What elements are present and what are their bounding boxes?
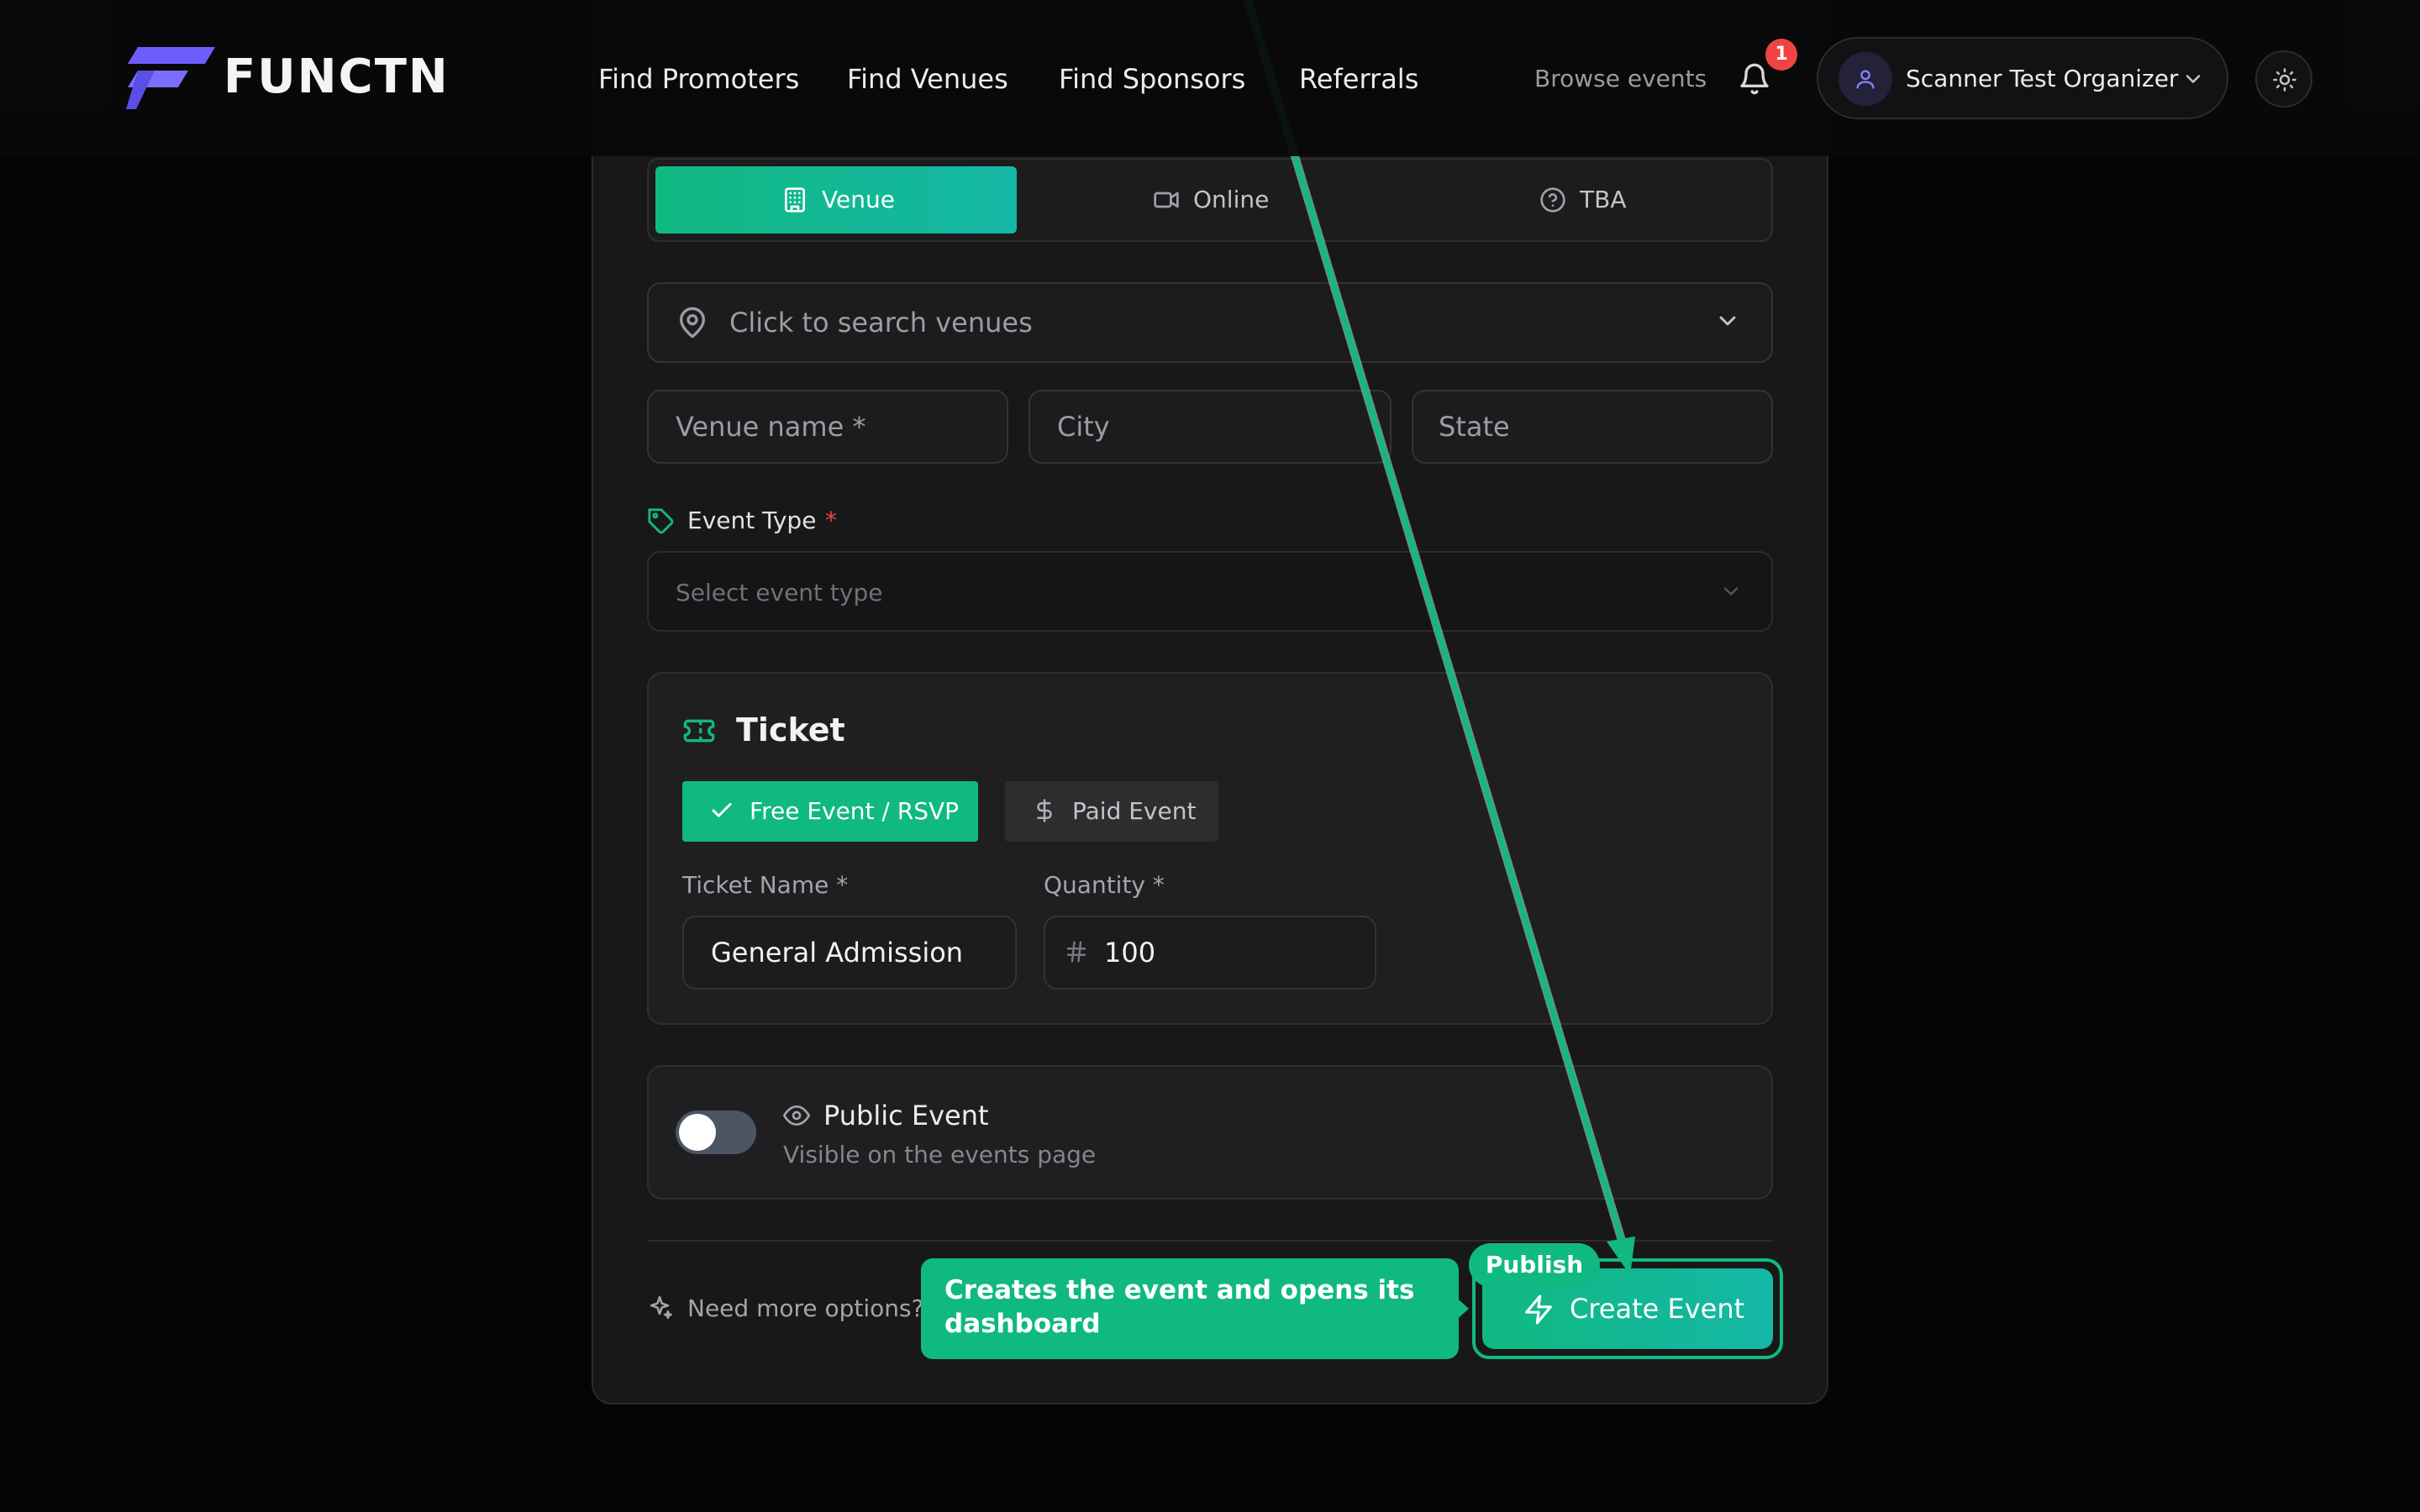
- bell-icon[interactable]: [1738, 60, 1771, 97]
- user-name: Scanner Test Organizer: [1906, 65, 2179, 92]
- footer-divider: [647, 1240, 1773, 1242]
- tab-venue-label: Venue: [822, 186, 895, 213]
- tab-tba-label: TBA: [1580, 186, 1627, 213]
- publish-tag: Publish: [1469, 1243, 1600, 1287]
- user-icon: [1854, 67, 1877, 91]
- nav-find-sponsors[interactable]: Find Sponsors: [1059, 60, 1245, 97]
- callout-text: Creates the event and opens its dashboar…: [944, 1275, 1415, 1339]
- eye-icon: [783, 1102, 810, 1129]
- quantity-label: Quantity *: [1044, 871, 1165, 899]
- tab-online-label: Online: [1193, 186, 1270, 213]
- hash-icon: [1064, 939, 1089, 964]
- ticket-icon: [682, 714, 716, 748]
- quantity-input[interactable]: [1044, 916, 1376, 990]
- state-placeholder: State: [1439, 411, 1510, 443]
- quantity-value: 100: [1104, 937, 1156, 969]
- city-placeholder: City: [1057, 411, 1110, 443]
- public-event-title: Public Event: [823, 1100, 989, 1131]
- sun-icon: [2272, 67, 2297, 92]
- chevron-down-icon: [2181, 67, 2205, 91]
- dollar-icon: [1032, 798, 1057, 823]
- toggle-knob: [679, 1114, 716, 1151]
- chevron-down-icon: [1714, 307, 1741, 334]
- nav-referrals[interactable]: Referrals: [1299, 60, 1418, 97]
- help-circle-icon: [1539, 186, 1566, 213]
- venue-search-placeholder: Click to search venues: [729, 307, 1033, 339]
- nav-find-venues[interactable]: Find Venues: [847, 60, 1008, 97]
- callout-pointer: [1452, 1294, 1469, 1324]
- tag-icon: [647, 507, 676, 536]
- free-event-label: Free Event / RSVP: [750, 797, 960, 825]
- paid-event-label: Paid Event: [1072, 797, 1197, 825]
- check-icon: [709, 798, 734, 823]
- functn-logo-icon[interactable]: [126, 47, 215, 109]
- map-pin-icon: [676, 306, 709, 339]
- brand-name[interactable]: FUNCTN: [224, 47, 450, 108]
- venue-name-placeholder: Venue name *: [676, 411, 866, 443]
- video-icon: [1153, 186, 1180, 213]
- notification-badge: 1: [1765, 39, 1797, 71]
- ticket-name-label: Ticket Name *: [682, 871, 849, 899]
- more-options-hint[interactable]: Need more options? S: [687, 1292, 946, 1326]
- public-event-section: [647, 1065, 1773, 1200]
- building-icon: [781, 186, 808, 213]
- ticket-name-value: General Admission: [711, 937, 964, 969]
- create-event-label: Create Event: [1570, 1293, 1745, 1325]
- chevron-down-icon: [1719, 580, 1743, 603]
- public-event-subtitle: Visible on the events page: [783, 1141, 1097, 1168]
- browse-events-link[interactable]: Browse events: [1534, 62, 1707, 96]
- sparkles-icon: [645, 1294, 674, 1322]
- event-type-label: Event Type: [687, 507, 817, 534]
- event-type-placeholder: Select event type: [676, 579, 883, 606]
- zap-icon: [1523, 1294, 1555, 1326]
- nav-find-promoters[interactable]: Find Promoters: [598, 60, 799, 97]
- required-mark: *: [825, 507, 837, 534]
- ticket-title: Ticket: [736, 711, 845, 748]
